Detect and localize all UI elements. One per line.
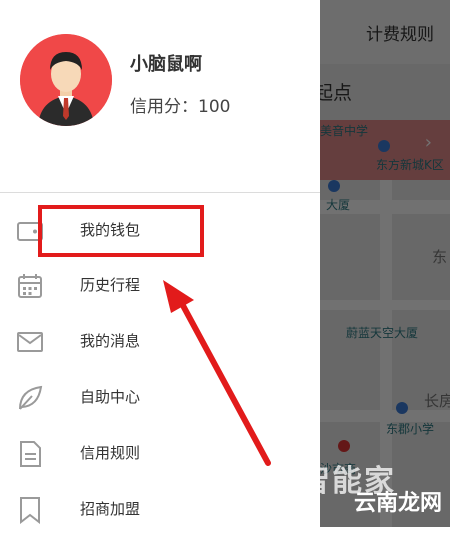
annotation-arrow-icon	[163, 280, 271, 466]
